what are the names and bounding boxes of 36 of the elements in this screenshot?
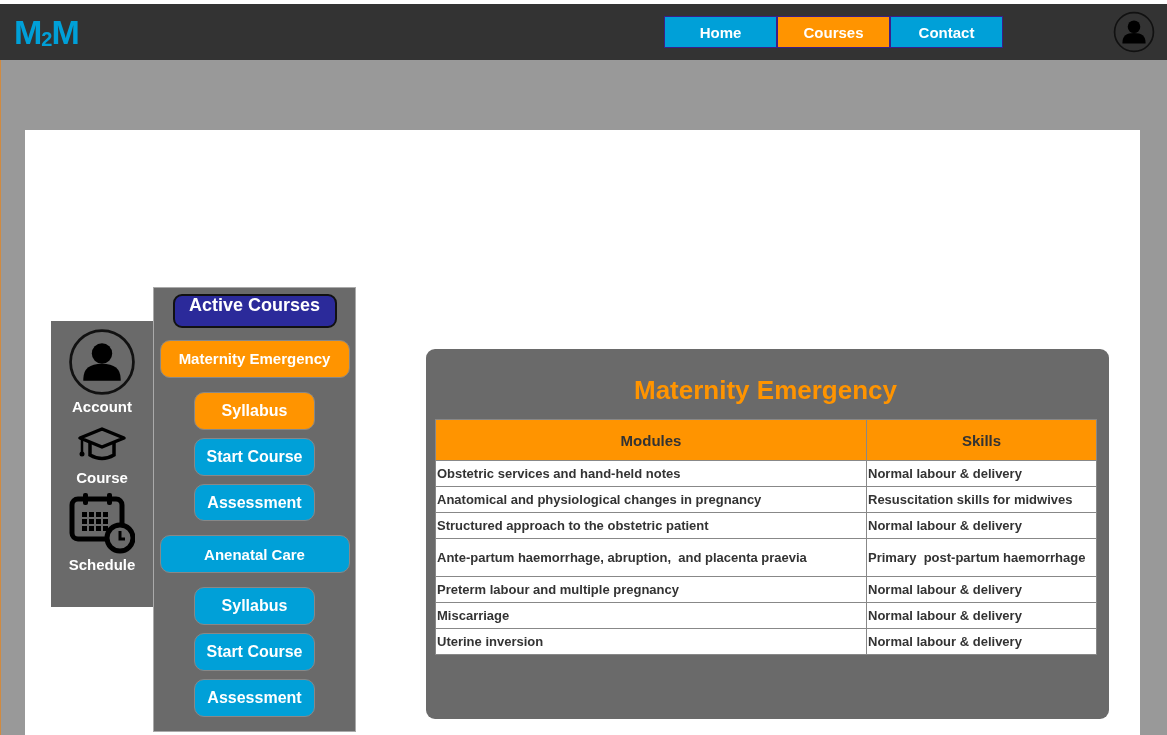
course-action-button[interactable]: Syllabus xyxy=(194,391,315,430)
account-icon xyxy=(68,328,136,396)
course-button[interactable]: Maternity Emergency xyxy=(159,339,350,378)
sidebar-label[interactable]: Course xyxy=(76,469,128,486)
course-action-button[interactable]: Start Course xyxy=(194,633,315,672)
table-cell: Obstetric services and hand-held notes xyxy=(435,460,867,487)
course-action-button[interactable]: Assessment xyxy=(194,483,315,522)
sidebar-label[interactable]: Schedule xyxy=(68,556,136,573)
table-cell: Uterine inversion xyxy=(435,628,867,655)
column-header: Modules xyxy=(435,419,867,461)
table-cell: Preterm labour and multiple pregnancy xyxy=(435,576,867,603)
course-action-button[interactable]: Syllabus xyxy=(194,587,315,626)
course-action-button[interactable]: Start Course xyxy=(194,437,315,476)
profile-icon xyxy=(1113,11,1155,53)
table-cell: Normal labour & delivery xyxy=(866,512,1097,539)
nav-link[interactable]: Home xyxy=(664,16,777,48)
table-cell: Primary post-partum haemorrhage xyxy=(866,538,1097,577)
table-cell: Structured approach to the obstetric patient xyxy=(435,512,867,539)
nav-link[interactable]: Courses xyxy=(777,16,890,48)
table-cell: Normal labour & delivery xyxy=(866,602,1097,629)
course-button[interactable]: Anenatal Care xyxy=(159,535,350,574)
table-cell: Normal labour & delivery xyxy=(866,576,1097,603)
course-action-button[interactable]: Assessment xyxy=(194,679,315,717)
panel-title: Active Courses xyxy=(172,294,337,328)
table-cell: Resuscitation skills for midwives xyxy=(866,486,1097,513)
table-cell: Miscarriage xyxy=(435,602,867,629)
table-cell: Normal labour & delivery xyxy=(866,628,1097,655)
course-title: Maternity Emergency xyxy=(633,375,898,406)
sidebar-label[interactable]: Account xyxy=(72,398,132,415)
calendar-clock-icon xyxy=(69,492,135,554)
table-cell: Anatomical and physiological changes in pregnancy xyxy=(435,486,867,513)
logo: M$_{2}$M xyxy=(14,12,79,52)
table-cell: Normal labour & delivery xyxy=(866,460,1097,487)
column-header: Skills xyxy=(866,419,1097,461)
table-cell: Ante-partum haemorrhage, abruption, and placenta praevia xyxy=(435,538,867,577)
nav-link[interactable]: Contact xyxy=(890,16,1003,48)
